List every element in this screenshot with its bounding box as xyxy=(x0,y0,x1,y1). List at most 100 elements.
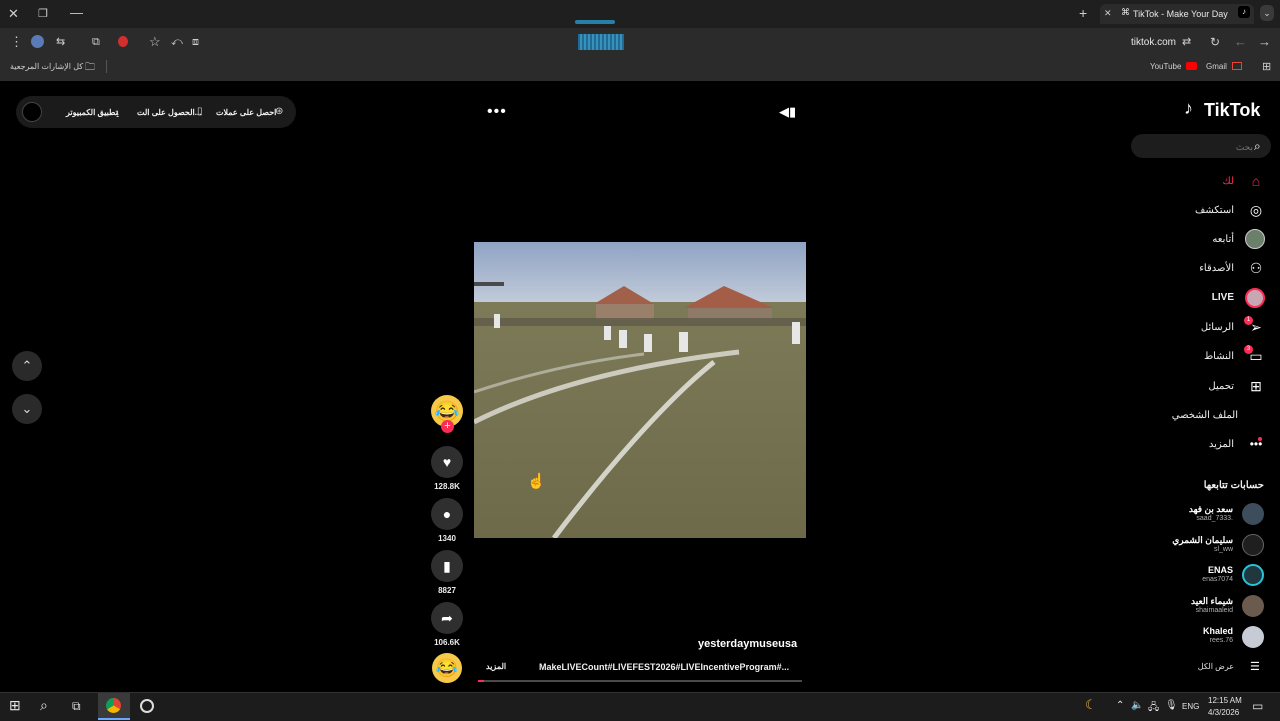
account-name[interactable]: شيماء العيد xyxy=(1191,596,1233,607)
friends-icon[interactable]: ⚇ xyxy=(1246,258,1266,278)
follow-plus-icon[interactable]: + xyxy=(441,420,454,433)
upload-icon[interactable]: ⊞ xyxy=(1246,376,1266,396)
profile-avatar[interactable] xyxy=(31,35,44,48)
account-username: saad_7333. xyxy=(1196,515,1233,522)
account-name[interactable]: سعد بن فهد xyxy=(1189,504,1233,515)
network-tray-icon[interactable]: 🖧 xyxy=(1148,700,1159,717)
menu-kebab-icon[interactable]: ⋮ xyxy=(10,35,23,49)
search-box[interactable] xyxy=(1131,134,1271,158)
adblock-extension-icon[interactable] xyxy=(118,36,128,47)
nav-following[interactable]: أتابعه xyxy=(1212,234,1234,245)
bookmark-icon: ▮ xyxy=(443,557,451,574)
chevron-down-icon: ⌄ xyxy=(21,401,33,416)
nav-messages[interactable]: الرسائل xyxy=(1201,322,1234,333)
chrome-taskbar-button[interactable] xyxy=(98,693,130,720)
post-author[interactable]: yesterdaymuseusa xyxy=(698,638,797,650)
apps-grid-icon[interactable]: ⊞ xyxy=(1262,60,1271,73)
tab-title: TikTok - Make Your Day xyxy=(1133,9,1228,19)
address-bar[interactable]: tiktok.com xyxy=(1131,37,1176,48)
account-avatar[interactable] xyxy=(1242,534,1264,556)
task-view-icon[interactable]: ⧉ xyxy=(72,699,81,714)
home-icon[interactable]: ⌂ xyxy=(1246,171,1266,191)
nav-live[interactable]: LIVE xyxy=(1212,292,1234,303)
account-username: shaimaaleid xyxy=(1195,607,1233,614)
volume-tray-icon[interactable]: 🔈 xyxy=(1131,700,1143,711)
video-progress-track[interactable] xyxy=(478,680,802,682)
close-window-icon[interactable]: ✕ xyxy=(8,7,19,21)
save-button[interactable]: ▮ xyxy=(431,550,463,582)
puzzle-extensions-icon[interactable]: ⧉ xyxy=(92,35,100,49)
tiktok-logo[interactable]: TikTok xyxy=(1204,100,1260,121)
video-frame xyxy=(474,242,806,538)
nav-explore[interactable]: استكشف xyxy=(1195,205,1234,216)
next-video-button[interactable]: ⌄ xyxy=(12,394,42,424)
browser-tab-bar: ✕ ❐ — + ✕ ⌘ TikTok - Make Your Day ♪ ⌄ xyxy=(0,0,1280,28)
loading-circle xyxy=(22,102,42,122)
bookmark-star-icon[interactable]: ☆ xyxy=(149,35,161,49)
get-coins-link[interactable]: احصل على عملات xyxy=(216,108,276,117)
account-avatar[interactable] xyxy=(1242,595,1264,617)
nav-activity[interactable]: النشاط xyxy=(1204,351,1234,362)
nav-upload[interactable]: تحميل xyxy=(1208,381,1234,392)
get-app-link[interactable]: الحصول على الت... xyxy=(137,108,201,117)
clock-time[interactable]: 12:15 AM xyxy=(1208,696,1242,705)
coin-icon: ⊛ xyxy=(275,106,284,117)
install-app-icon[interactable]: ⧈ xyxy=(192,35,199,49)
extension-icon[interactable]: ⇆ xyxy=(56,35,65,49)
account-name[interactable]: Khaled xyxy=(1203,626,1233,636)
download-icon: ⭳ xyxy=(116,109,120,119)
like-button[interactable]: ♥ xyxy=(431,446,463,478)
account-avatar[interactable] xyxy=(1242,626,1264,648)
video-player[interactable] xyxy=(474,242,806,538)
minimize-window-icon[interactable]: — xyxy=(70,6,83,20)
reload-icon[interactable]: ↻ xyxy=(1210,35,1220,49)
taskbar-search-icon[interactable]: ⌕ xyxy=(40,697,48,714)
bookmark-gmail[interactable]: Gmail xyxy=(1206,62,1227,71)
search-icon[interactable]: ⌕ xyxy=(1254,139,1261,154)
nav-profile[interactable]: الملف الشخصي xyxy=(1172,410,1238,421)
back-icon[interactable]: → xyxy=(1258,35,1271,49)
compass-icon[interactable]: ◎ xyxy=(1246,200,1266,220)
saves-count: 8827 xyxy=(438,586,456,595)
app-taskbar-icon[interactable] xyxy=(140,699,154,713)
clock-date[interactable]: 4/3/2026 xyxy=(1208,708,1239,717)
volume-icon[interactable]: ◀▮ xyxy=(779,104,796,120)
all-bookmarks-link[interactable]: كل الإشارات المرجعية xyxy=(10,62,83,71)
following-avatar[interactable] xyxy=(1245,229,1265,249)
comment-button[interactable]: ● xyxy=(431,498,463,530)
nav-for-you[interactable]: لك xyxy=(1223,176,1234,187)
cast-icon[interactable]: ⤺ xyxy=(171,35,183,49)
account-avatar[interactable] xyxy=(1242,564,1264,586)
windows-start-icon[interactable]: ⊞ xyxy=(9,697,21,714)
more-icon[interactable]: ••• xyxy=(1246,434,1266,454)
bookmarks-bar xyxy=(0,56,1280,82)
new-tab-icon[interactable]: + xyxy=(1079,6,1087,20)
forward-icon[interactable]: ← xyxy=(1234,35,1247,49)
account-avatar[interactable] xyxy=(1242,503,1264,525)
account-name[interactable]: سليمان الشمري xyxy=(1172,535,1233,546)
language-indicator[interactable]: ENG xyxy=(1182,702,1199,711)
nav-more[interactable]: المزيد xyxy=(1209,439,1234,450)
previous-video-button[interactable]: ⌃ xyxy=(12,351,42,381)
tab-search-chevron-icon[interactable]: ⌄ xyxy=(1260,5,1274,21)
night-light-icon[interactable]: ☾ xyxy=(1085,697,1097,713)
account-name[interactable]: ENAS xyxy=(1208,565,1233,575)
more-caption-button[interactable]: المزيد xyxy=(486,662,506,671)
tray-chevron-icon[interactable]: ⌃ xyxy=(1116,700,1124,711)
live-avatar[interactable] xyxy=(1245,288,1265,308)
close-tab-icon[interactable]: ✕ xyxy=(1104,8,1112,19)
heart-icon: ♥ xyxy=(442,454,452,470)
video-options-icon[interactable]: ••• xyxy=(487,103,507,121)
desktop-app-link[interactable]: تطبيق الكمبيوتر xyxy=(66,108,118,117)
nav-friends[interactable]: الأصدقاء xyxy=(1199,263,1234,274)
bookmark-youtube[interactable]: YouTube xyxy=(1150,62,1181,71)
site-settings-icon[interactable]: ⇄ xyxy=(1182,35,1191,49)
tab-tiktok[interactable]: ✕ ⌘ TikTok - Make Your Day ♪ xyxy=(1100,4,1254,24)
see-all-link[interactable]: عرض الكل xyxy=(1198,662,1234,671)
restore-window-icon[interactable]: ❐ xyxy=(38,7,48,21)
search-input[interactable] xyxy=(1141,137,1255,157)
notifications-icon[interactable]: ▭ xyxy=(1252,699,1263,713)
share-button[interactable]: ➦ xyxy=(431,602,463,634)
sound-disc-avatar[interactable]: 😂 xyxy=(432,653,462,683)
microphone-tray-icon[interactable]: 🎙 xyxy=(1165,700,1178,711)
